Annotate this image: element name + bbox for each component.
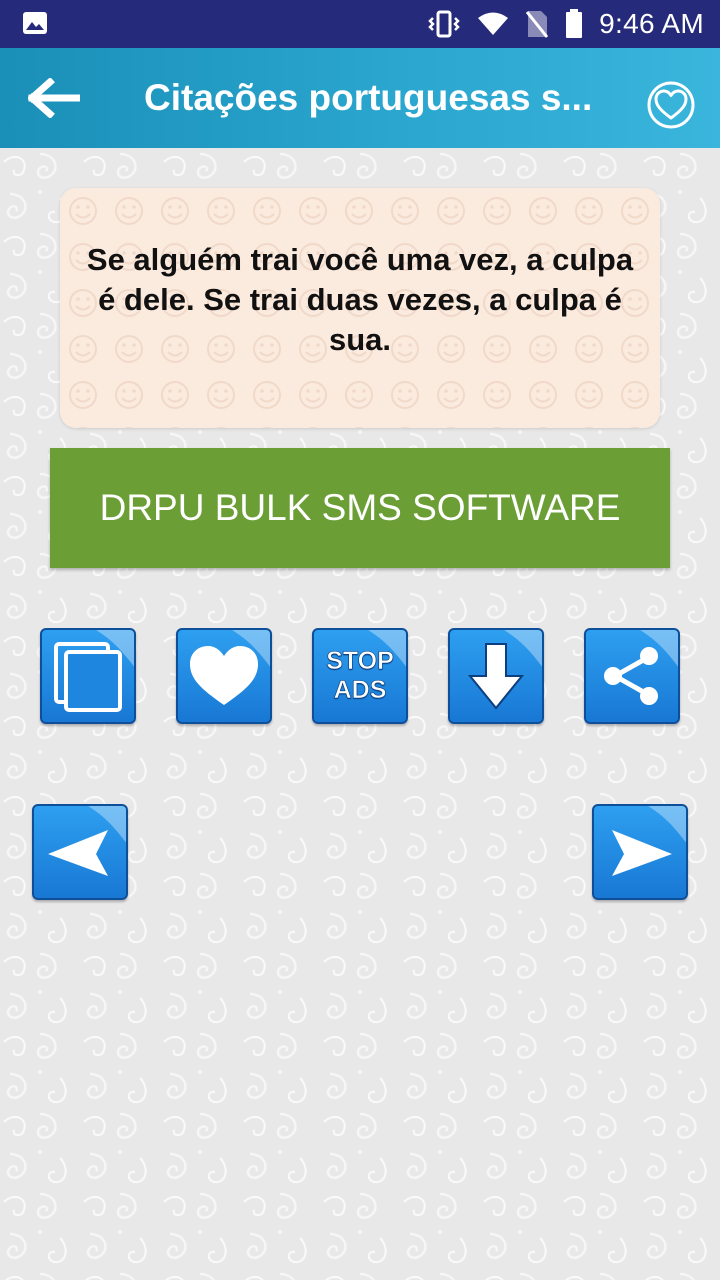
page-title: Citações portuguesas s... (144, 77, 593, 118)
app-bar: Citações portuguesas s... (0, 48, 720, 148)
battery-icon (566, 9, 583, 38)
tile-gloss (96, 630, 134, 667)
share-button[interactable] (584, 628, 680, 724)
save-button[interactable] (448, 628, 544, 724)
tile-gloss (88, 806, 126, 843)
tile-gloss (648, 806, 686, 843)
favorites-header-button[interactable] (646, 80, 696, 130)
promo-button[interactable]: DRPU BULK SMS SOFTWARE (50, 448, 670, 568)
gallery-notification-icon (23, 12, 47, 34)
previous-button[interactable] (32, 804, 128, 900)
vibrate-icon (428, 10, 460, 38)
tile-gloss (232, 630, 270, 667)
back-button[interactable] (24, 72, 84, 124)
next-button[interactable] (592, 804, 688, 900)
copy-button[interactable] (40, 628, 136, 724)
tile-gloss (640, 630, 678, 667)
tile-gloss (504, 630, 542, 667)
status-time: 9:46 AM (599, 8, 704, 39)
tile-gloss (368, 630, 406, 667)
quote-text: Se alguém trai você uma vez, a culpa é d… (86, 242, 634, 357)
favorite-button[interactable] (176, 628, 272, 724)
quote-card: Se alguém trai você uma vez, a culpa é d… (60, 188, 660, 428)
heart-outline-circle-icon (647, 81, 695, 129)
arrow-left-icon (28, 78, 80, 118)
no-sim-icon (525, 11, 549, 38)
stop-ads-button[interactable]: STOP ADS (312, 628, 408, 724)
content-area: Se alguém trai você uma vez, a culpa é d… (0, 148, 720, 1280)
wifi-icon (478, 12, 509, 35)
status-bar: 9:46 AM (0, 0, 720, 48)
